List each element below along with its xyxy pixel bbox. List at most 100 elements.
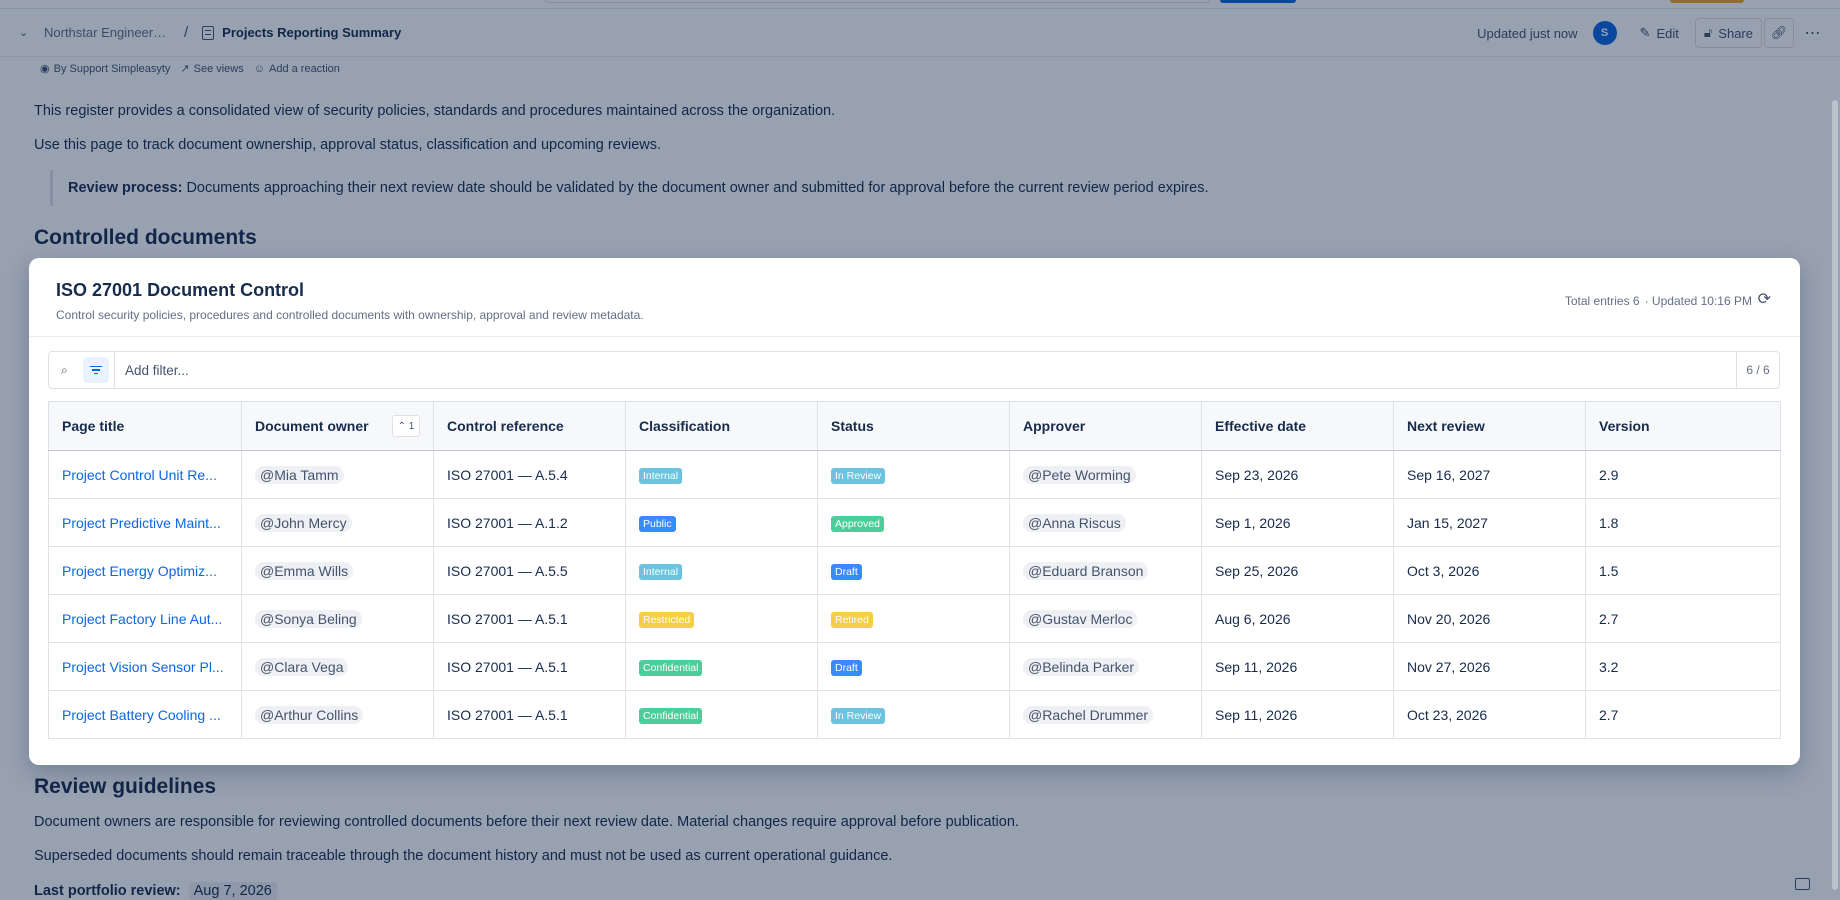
status-badge: In Review — [831, 707, 886, 724]
status-badge: Draft — [831, 563, 862, 580]
modal-subtitle: Control security policies, procedures an… — [56, 308, 644, 322]
approver-cell: @Gustav Merloc — [1009, 594, 1202, 643]
owner-cell: @Sonya Beling — [241, 594, 434, 643]
next-review-cell: Nov 27, 2026 — [1393, 642, 1586, 691]
owner-cell: @Mia Tamm — [241, 450, 434, 499]
page-title-link[interactable]: Project Control Unit Re... — [48, 450, 242, 499]
table-body: Project Control Unit Re... @Mia Tamm ISO 2… — [48, 450, 1781, 739]
approver-mention[interactable]: @Eduard Branson — [1023, 561, 1149, 580]
control-reference-cell: ISO 27001 — A.1.2 — [433, 498, 626, 547]
search-icon[interactable]: ⌕ — [61, 363, 77, 378]
status-badge: Approved — [831, 515, 884, 532]
sort-button[interactable]: ⌃ 1 — [392, 415, 420, 437]
modal-divider — [29, 336, 1800, 337]
approver-cell: @Eduard Branson — [1009, 546, 1202, 595]
control-reference-cell: ISO 27001 — A.5.1 — [433, 690, 626, 739]
next-review-cell: Oct 3, 2026 — [1393, 546, 1586, 595]
modal-meta: Total entries 6 · Updated 10:16 PM — [1565, 294, 1752, 308]
table-row: Project Battery Cooling ... @Arthur Colli… — [48, 690, 1781, 739]
approver-mention[interactable]: @Belinda Parker — [1023, 657, 1140, 676]
version-cell: 2.7 — [1585, 594, 1781, 643]
classification-cell: Restricted — [625, 594, 818, 643]
filter-button[interactable] — [83, 357, 109, 383]
classification-badge: Restricted — [639, 611, 695, 628]
column-header[interactable]: Next review — [1393, 401, 1586, 451]
owner-cell: @Clara Vega — [241, 642, 434, 691]
status-badge: Retired — [831, 611, 873, 628]
total-entries: Total entries 6 — [1564, 294, 1640, 308]
column-header-label: Document owner — [255, 418, 369, 434]
classification-cell: Public — [625, 498, 818, 547]
column-header[interactable]: Page title — [48, 401, 242, 451]
table-header-row: Page title Document owner ⌃ 1 Control re… — [48, 401, 1781, 451]
approver-cell: @Pete Worming — [1009, 450, 1202, 499]
table-row: Project Control Unit Re... @Mia Tamm ISO 2… — [48, 450, 1781, 499]
owner-mention[interactable]: @Mia Tamm — [255, 465, 344, 484]
column-header[interactable]: Version — [1585, 401, 1781, 451]
owner-cell: @John Mercy — [241, 498, 434, 547]
status-cell: Retired — [817, 594, 1010, 643]
approver-mention[interactable]: @Rachel Drummer — [1023, 705, 1154, 724]
control-reference-cell: ISO 27001 — A.5.1 — [433, 594, 626, 643]
page-title-link[interactable]: Project Energy Optimiz... — [48, 546, 242, 595]
owner-mention[interactable]: @Sonya Beling — [255, 609, 362, 628]
filter-icon — [90, 364, 102, 377]
effective-date-cell: Aug 6, 2026 — [1201, 594, 1394, 643]
column-header[interactable]: Control reference — [433, 401, 626, 451]
page-scrollbar[interactable] — [1832, 100, 1838, 890]
page-title-link[interactable]: Project Factory Line Aut... — [48, 594, 242, 643]
table-row: Project Factory Line Aut... @Sonya Beling… — [48, 594, 1781, 643]
column-header[interactable]: Approver — [1009, 401, 1202, 451]
classification-badge: Public — [639, 515, 676, 532]
table-row: Project Predictive Maint... @John Mercy IS… — [48, 498, 1781, 547]
column-header[interactable]: Effective date — [1201, 401, 1394, 451]
classification-badge: Confidential — [639, 707, 703, 724]
owner-cell: @Arthur Collins — [241, 690, 434, 739]
effective-date-cell: Sep 1, 2026 — [1201, 498, 1394, 547]
owner-mention[interactable]: @Arthur Collins — [255, 705, 364, 724]
column-header[interactable]: Classification — [625, 401, 818, 451]
column-header[interactable]: Status — [817, 401, 1010, 451]
page-title-link[interactable]: Project Battery Cooling ... — [48, 690, 242, 739]
documents-table: Page title Document owner ⌃ 1 Control re… — [48, 401, 1781, 739]
approver-mention[interactable]: @Pete Worming — [1023, 465, 1136, 484]
approver-mention[interactable]: @Anna Riscus — [1023, 513, 1126, 532]
page-title-link[interactable]: Project Predictive Maint... — [48, 498, 242, 547]
column-header-owner[interactable]: Document owner ⌃ 1 — [241, 401, 434, 451]
approver-cell: @Anna Riscus — [1009, 498, 1202, 547]
effective-date-cell: Sep 23, 2026 — [1201, 450, 1394, 499]
control-reference-cell: ISO 27001 — A.5.5 — [433, 546, 626, 595]
table-row: Project Energy Optimiz... @Emma Wills ISO … — [48, 546, 1781, 595]
status-cell: Draft — [817, 642, 1010, 691]
filter-bar: ⌕ 6 / 6 — [48, 351, 1780, 389]
next-review-cell: Oct 23, 2026 — [1393, 690, 1586, 739]
version-cell: 2.9 — [1585, 450, 1781, 499]
approver-cell: @Rachel Drummer — [1009, 690, 1202, 739]
owner-mention[interactable]: @Clara Vega — [255, 657, 349, 676]
version-cell: 3.2 — [1585, 642, 1781, 691]
next-review-cell: Sep 16, 2027 — [1393, 450, 1586, 499]
modal-updated: · Updated 10:16 PM — [1644, 294, 1752, 308]
status-badge: Draft — [831, 659, 862, 676]
approver-mention[interactable]: @Gustav Merloc — [1023, 609, 1138, 628]
page-title-link[interactable]: Project Vision Sensor Pl... — [48, 642, 242, 691]
version-cell: 1.5 — [1585, 546, 1781, 595]
owner-mention[interactable]: @Emma Wills — [255, 561, 354, 580]
classification-cell: Confidential — [625, 642, 818, 691]
next-review-cell: Nov 20, 2026 — [1393, 594, 1586, 643]
status-cell: Approved — [817, 498, 1010, 547]
effective-date-cell: Sep 11, 2026 — [1201, 642, 1394, 691]
filter-input[interactable] — [125, 362, 1736, 378]
document-control-modal: ISO 27001 Document Control Control secur… — [29, 258, 1800, 765]
approver-cell: @Belinda Parker — [1009, 642, 1202, 691]
refresh-icon[interactable]: ⟳ — [1758, 289, 1771, 309]
table-row: Project Vision Sensor Pl... @Clara Vega IS… — [48, 642, 1781, 691]
classification-cell: Internal — [625, 450, 818, 499]
classification-badge: Internal — [639, 467, 683, 484]
control-reference-cell: ISO 27001 — A.5.4 — [433, 450, 626, 499]
owner-mention[interactable]: @John Mercy — [255, 513, 352, 532]
version-cell: 2.7 — [1585, 690, 1781, 739]
effective-date-cell: Sep 25, 2026 — [1201, 546, 1394, 595]
modal-title: ISO 27001 Document Control — [56, 280, 305, 300]
chevron-up-icon: ⌃ — [397, 420, 407, 432]
